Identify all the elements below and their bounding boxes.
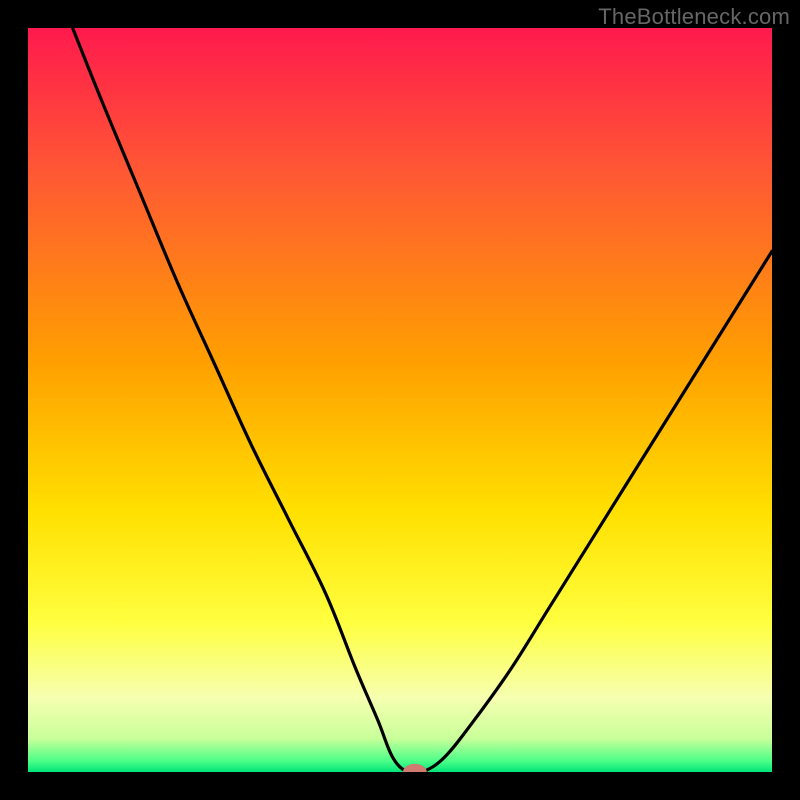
watermark-text: TheBottleneck.com (598, 4, 790, 30)
chart-frame: TheBottleneck.com (0, 0, 800, 800)
chart-svg (28, 28, 772, 772)
gradient-background (28, 28, 772, 772)
plot-area (28, 28, 772, 772)
